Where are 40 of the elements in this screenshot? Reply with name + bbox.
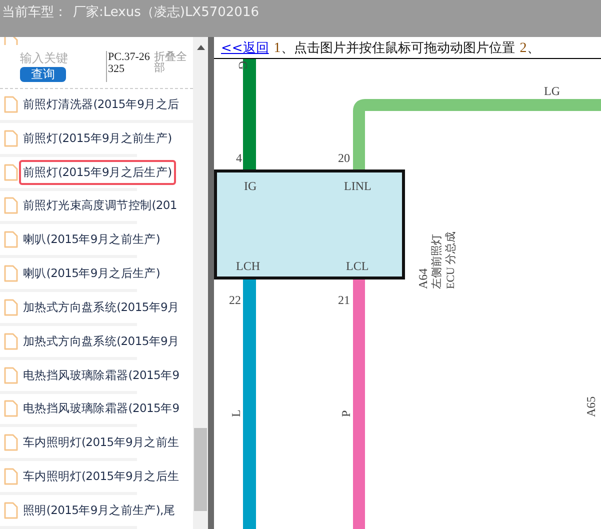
model-label: 当前车型： (2, 4, 67, 21)
tree-item[interactable]: 喇叭(2015年9月之前生产) (19, 227, 164, 252)
terminal-label: LCH (236, 259, 260, 273)
terminal-label: IG (244, 179, 257, 193)
component-code: A64 (416, 268, 430, 289)
model-code: PC.37-26325 (106, 50, 152, 82)
wire-label: G (236, 61, 250, 70)
pin-number: 4 (236, 151, 242, 165)
keyword-field[interactable]: 输入关键 (20, 50, 100, 65)
scroll-up-icon[interactable] (197, 45, 205, 50)
pin-number: 20 (338, 151, 350, 165)
terminal-label: LCL (346, 259, 369, 273)
model-name: 厂家:Lexus（凌志)LX5702016 (73, 4, 259, 21)
tree-item[interactable]: 加热式方向盘系统(2015年9月 (19, 294, 184, 320)
terminal-label: LINL (344, 179, 372, 193)
wire-label: LG (544, 84, 560, 98)
tree-item[interactable]: 喇叭(2015年9月之后生产) (19, 261, 164, 286)
wiring-diagram[interactable]: G LG L P 4 20 22 21 IG LINL LCH LCL A64 左侧前照灯 ECU 分总成 A65 (214, 59, 601, 529)
scrollbar[interactable] (193, 37, 208, 529)
tree-item[interactable]: 车内照明灯(2015年9月之后生 (19, 464, 184, 490)
tree-item[interactable]: 照明(2015年9月之前生产),尾 (19, 498, 180, 524)
hint-text: 1、点击图片并按住鼠标可拖动动图片位置 2、 (272, 40, 540, 56)
query-button[interactable]: 查询 (20, 66, 66, 82)
tree-item[interactable]: 电热挡风玻璃除霜器(2015年9 (19, 362, 184, 388)
tree-item[interactable]: 电热挡风玻璃除霜器(2015年9 (19, 396, 184, 422)
scroll-thumb[interactable] (194, 428, 207, 511)
wire-label: L (229, 410, 243, 417)
wire-label: P (339, 410, 353, 417)
tree-item[interactable]: 前照灯(2015年9月之后生产) (19, 160, 176, 185)
back-link[interactable]: <<返回 (221, 38, 269, 56)
pin-number: 21 (338, 293, 350, 307)
component-code: A65 (584, 396, 598, 417)
tree-item[interactable]: 前照灯清洗器(2015年9月之后 (19, 92, 184, 117)
tree-item[interactable]: 车内照明灯(2015年9月之前生 (19, 430, 184, 456)
tree-item[interactable]: 前照灯光束高度调节控制(201 (19, 193, 181, 218)
component-name: ECU 分总成 (445, 231, 457, 289)
tree-item[interactable]: 前照灯(2015年9月之前生产) (19, 126, 176, 151)
pin-number: 22 (229, 293, 241, 307)
component-name: 左侧前照灯 (431, 234, 443, 289)
tree-item[interactable]: 加热式方向盘系统(2015年9月 (19, 328, 184, 354)
